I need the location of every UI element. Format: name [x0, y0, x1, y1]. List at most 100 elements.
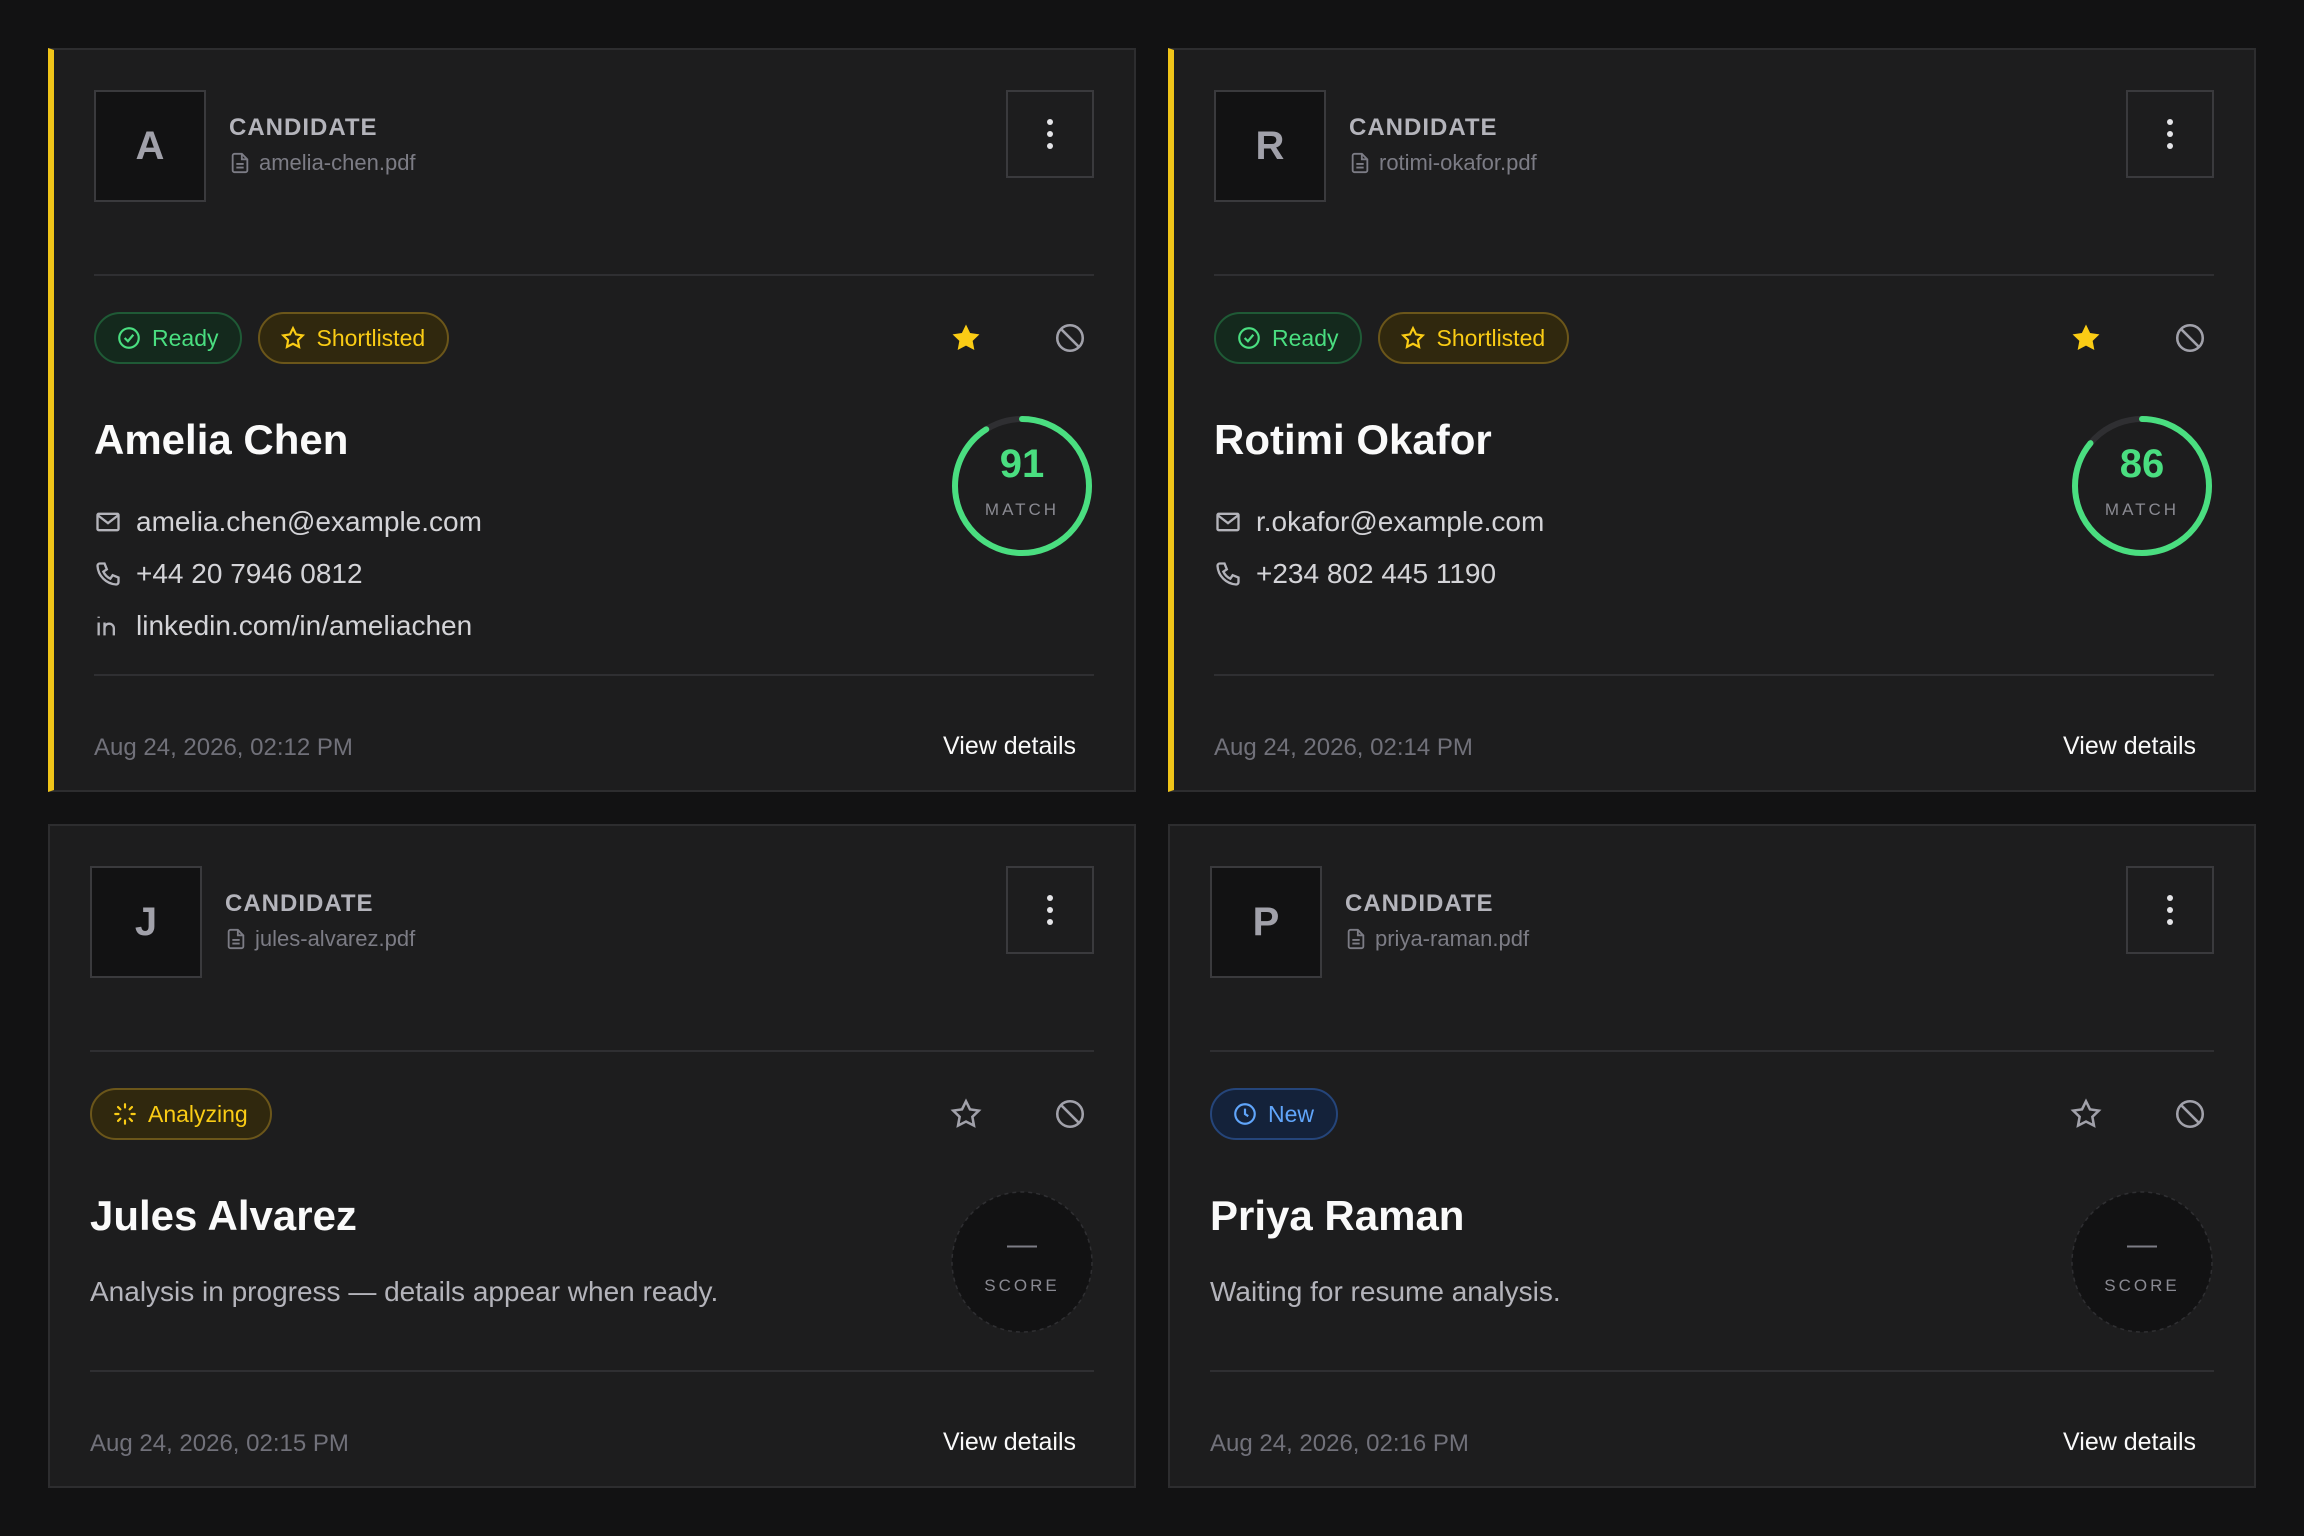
reject-button[interactable] — [1046, 1090, 1094, 1138]
shortlist-star-button[interactable] — [2062, 1090, 2110, 1138]
score-empty-value: — — [2127, 1228, 2157, 1261]
match-score-label: MATCH — [2104, 500, 2180, 519]
contact-linkedin[interactable]: linkedin.com/in/ameliachen — [94, 600, 482, 652]
match-score-ring: 91 MATCH — [950, 414, 1094, 558]
candidate-grid: A CANDIDATE amelia-chen.pdf Ready Shortl… — [48, 48, 2256, 1488]
status-badges: Ready Shortlisted — [94, 312, 450, 364]
status-badge-new: New — [1210, 1088, 1339, 1140]
timestamp: Aug 24, 2026, 02:16 PM — [1210, 1430, 1469, 1457]
star-outline-icon — [1401, 325, 1426, 349]
card-header: A CANDIDATE amelia-chen.pdf — [94, 90, 1094, 202]
timestamp: Aug 24, 2026, 02:15 PM — [90, 1430, 349, 1457]
status-badge-ready: Ready — [1214, 312, 1363, 364]
contact-email[interactable]: r.okafor@example.com — [1214, 496, 1544, 548]
star-filled-icon — [2072, 324, 2100, 351]
more-options-button[interactable] — [2126, 866, 2214, 954]
score-placeholder: — SCORE — [2070, 1190, 2214, 1334]
linkedin-icon — [97, 616, 115, 636]
candidate-kind-label: CANDIDATE — [1349, 114, 1498, 141]
star-outline-icon — [281, 325, 306, 349]
resume-file[interactable]: jules-alvarez.pdf — [225, 926, 415, 952]
timestamp: Aug 24, 2026, 02:14 PM — [1214, 734, 1473, 761]
more-options-button[interactable] — [1006, 866, 1094, 954]
shortlist-star-button[interactable] — [942, 1090, 990, 1138]
resume-filename: amelia-chen.pdf — [259, 150, 416, 175]
status-badges: Analyzing — [90, 1088, 272, 1140]
match-score-value: 91 — [999, 442, 1045, 486]
avatar: A — [94, 90, 206, 202]
star-outline-icon — [2070, 1098, 2102, 1128]
match-score-ring: 86 MATCH — [2070, 414, 2214, 558]
phone-icon — [1216, 562, 1240, 586]
star-outline-icon — [950, 1098, 982, 1128]
avatar: P — [1210, 866, 1322, 978]
loader-icon — [114, 1103, 136, 1125]
file-icon — [227, 928, 245, 950]
candidate-name: Jules Alvarez — [90, 1192, 357, 1239]
view-details-link[interactable]: View details — [943, 1428, 1076, 1457]
candidate-name: Priya Raman — [1210, 1192, 1465, 1239]
ban-icon — [2175, 1099, 2205, 1129]
card-header: R CANDIDATE rotimi-okafor.pdf — [1214, 90, 2214, 202]
view-details-link[interactable]: View details — [943, 732, 1076, 761]
candidate-card[interactable]: R CANDIDATE rotimi-okafor.pdf Ready Shor… — [1168, 48, 2256, 792]
analysis-note: Waiting for resume analysis. — [1210, 1276, 1561, 1307]
shortlist-star-button[interactable] — [2062, 314, 2110, 362]
card-header: P CANDIDATE priya-raman.pdf — [1210, 866, 2214, 978]
candidate-name: Rotimi Okafor — [1214, 416, 1492, 463]
divider — [90, 1050, 1094, 1052]
file-icon — [1347, 928, 1365, 950]
status-badge-analyzing: Analyzing — [90, 1088, 272, 1140]
divider — [90, 1370, 1094, 1372]
candidate-kind-label: CANDIDATE — [225, 890, 374, 917]
contact-phone[interactable]: +44 20 7946 0812 — [94, 548, 482, 600]
resume-filename: priya-raman.pdf — [1375, 926, 1530, 951]
contact-list: r.okafor@example.com +234 802 445 1190 — [1214, 496, 1544, 600]
score-ring-empty — [951, 1191, 1093, 1333]
divider — [94, 674, 1094, 676]
check-circle-icon — [118, 327, 140, 349]
candidate-card[interactable]: J CANDIDATE jules-alvarez.pdf Analyzing — [48, 824, 1136, 1488]
clock-icon — [1234, 1103, 1256, 1125]
file-icon — [1351, 152, 1369, 174]
check-circle-icon — [1238, 327, 1260, 349]
view-details-link[interactable]: View details — [2063, 732, 2196, 761]
resume-file[interactable]: priya-raman.pdf — [1345, 926, 1529, 952]
reject-button[interactable] — [2166, 314, 2214, 362]
divider — [1214, 274, 2214, 276]
divider — [1210, 1050, 2214, 1052]
more-options-button[interactable] — [2126, 90, 2214, 178]
resume-file[interactable]: amelia-chen.pdf — [229, 150, 416, 176]
status-badges: Ready Shortlisted — [1214, 312, 1570, 364]
reject-button[interactable] — [2166, 1090, 2214, 1138]
resume-filename: rotimi-okafor.pdf — [1379, 150, 1537, 175]
resume-file[interactable]: rotimi-okafor.pdf — [1349, 150, 1537, 176]
star-filled-icon — [952, 324, 980, 351]
score-label: SCORE — [2104, 1276, 2180, 1295]
shortlist-star-button[interactable] — [942, 314, 990, 362]
resume-filename: jules-alvarez.pdf — [255, 926, 416, 951]
status-badge-shortlisted: Shortlisted — [258, 312, 450, 364]
more-options-button[interactable] — [1006, 90, 1094, 178]
score-label: SCORE — [984, 1276, 1060, 1295]
mail-icon — [96, 512, 120, 532]
candidate-name: Amelia Chen — [94, 416, 349, 463]
ban-icon — [1055, 323, 1085, 353]
contact-email[interactable]: amelia.chen@example.com — [94, 496, 482, 548]
status-badge-ready: Ready — [94, 312, 243, 364]
divider — [94, 274, 1094, 276]
contact-phone[interactable]: +234 802 445 1190 — [1214, 548, 1544, 600]
status-badges: New — [1210, 1088, 1339, 1140]
more-vertical-icon — [1047, 895, 1053, 925]
candidate-card[interactable]: P CANDIDATE priya-raman.pdf New Priya Ra… — [1168, 824, 2256, 1488]
candidate-kind-label: CANDIDATE — [229, 114, 378, 141]
score-ring-empty — [2071, 1191, 2213, 1333]
view-details-link[interactable]: View details — [2063, 1428, 2196, 1457]
divider — [1210, 1370, 2214, 1372]
candidate-card[interactable]: A CANDIDATE amelia-chen.pdf Ready Shortl… — [48, 48, 1136, 792]
card-header: J CANDIDATE jules-alvarez.pdf — [90, 866, 1094, 978]
avatar: J — [90, 866, 202, 978]
candidate-kind-label: CANDIDATE — [1345, 890, 1494, 917]
reject-button[interactable] — [1046, 314, 1094, 362]
ban-icon — [1055, 1099, 1085, 1129]
